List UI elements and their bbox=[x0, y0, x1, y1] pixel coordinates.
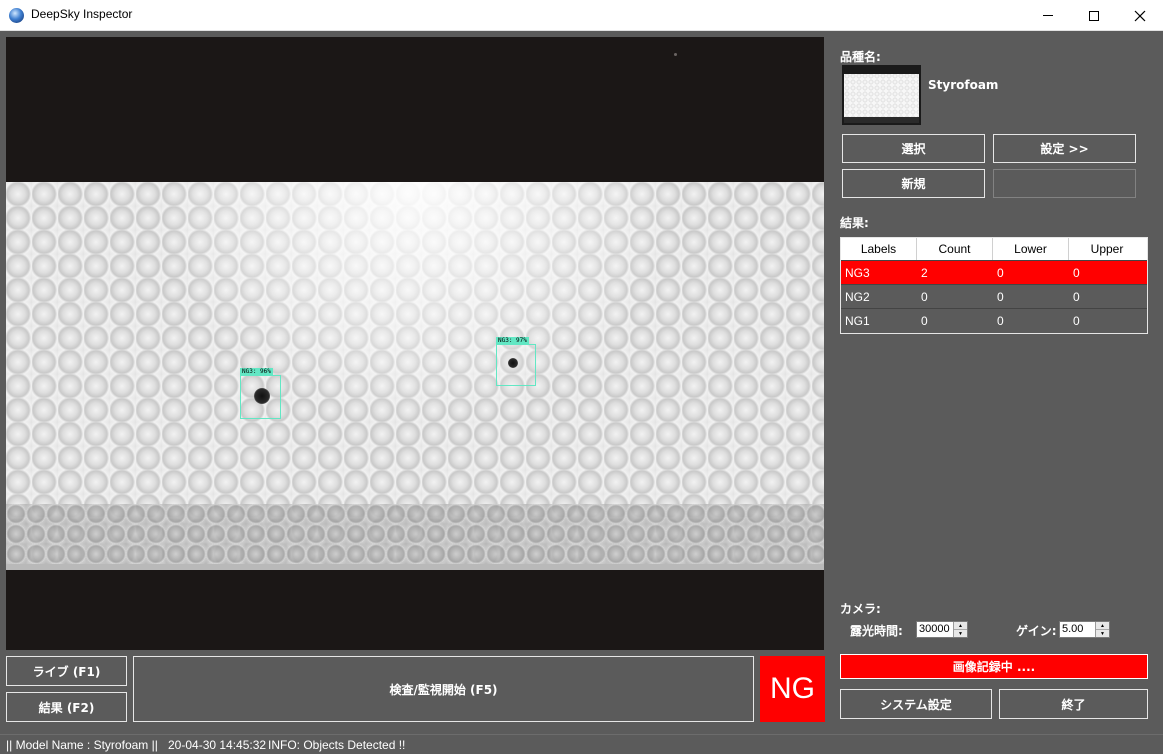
cell-upper: 0 bbox=[1073, 265, 1080, 280]
status-bar: || Model Name : Styrofoam || 20-04-30 14… bbox=[0, 734, 1163, 754]
new-button[interactable]: 新規 bbox=[842, 169, 985, 198]
maximize-button[interactable] bbox=[1071, 0, 1117, 31]
select-button[interactable]: 選択 bbox=[842, 134, 985, 163]
styrofoam-image: NG3: 96% NG3: 97% bbox=[6, 182, 824, 570]
result-button[interactable]: 結果 (F2) bbox=[6, 692, 127, 722]
cell-label: NG1 bbox=[845, 313, 870, 328]
product-thumbnail bbox=[842, 65, 921, 125]
cell-label: NG2 bbox=[845, 289, 870, 304]
spin-up-icon[interactable]: ▲ bbox=[1096, 622, 1109, 630]
minimize-button[interactable] bbox=[1025, 0, 1071, 31]
results-heading: 結果: bbox=[840, 216, 869, 230]
status-timestamp: 20-04-30 14:45:32 bbox=[168, 738, 267, 752]
title-bar: DeepSky Inspector bbox=[0, 0, 1163, 31]
disabled-button bbox=[993, 169, 1136, 198]
exposure-spin-buttons: ▲ ▼ bbox=[953, 622, 967, 637]
table-row[interactable]: NG2 0 0 0 bbox=[841, 284, 1147, 308]
gain-stepper[interactable]: 5.00 ▲ ▼ bbox=[1059, 621, 1110, 638]
spin-down-icon[interactable]: ▼ bbox=[954, 630, 967, 637]
minimize-icon bbox=[1043, 15, 1053, 16]
cell-lower: 0 bbox=[997, 265, 1004, 280]
system-settings-button[interactable]: システム設定 bbox=[840, 689, 992, 719]
start-inspection-button[interactable]: 検査/監視開始 (F5) bbox=[133, 656, 754, 722]
table-row[interactable]: NG3 2 0 0 bbox=[841, 260, 1147, 284]
close-icon bbox=[1134, 10, 1146, 21]
recording-status: 画像記録中 .... bbox=[840, 654, 1148, 679]
spin-up-icon[interactable]: ▲ bbox=[954, 622, 967, 630]
product-name: Styrofoam bbox=[928, 78, 999, 92]
live-button[interactable]: ライブ (F1) bbox=[6, 656, 127, 686]
column-header-count[interactable]: Count bbox=[917, 238, 993, 260]
exposure-value[interactable]: 30000 bbox=[917, 622, 953, 637]
cell-count: 0 bbox=[921, 289, 928, 304]
cell-label: NG3 bbox=[845, 265, 870, 280]
spin-down-icon[interactable]: ▼ bbox=[1096, 630, 1109, 637]
exit-button[interactable]: 終了 bbox=[999, 689, 1148, 719]
window-title: DeepSky Inspector bbox=[31, 7, 133, 21]
results-table: Labels Count Lower Upper NG3 2 0 0 NG2 0… bbox=[840, 237, 1148, 334]
exposure-stepper[interactable]: 30000 ▲ ▼ bbox=[916, 621, 968, 638]
table-header: Labels Count Lower Upper bbox=[841, 238, 1147, 260]
settings-button[interactable]: 設定 >> bbox=[993, 134, 1136, 163]
verdict-badge: NG bbox=[760, 656, 825, 722]
cell-count: 0 bbox=[921, 313, 928, 328]
product-heading: 品種名: bbox=[840, 50, 881, 64]
cell-lower: 0 bbox=[997, 289, 1004, 304]
gain-value[interactable]: 5.00 bbox=[1060, 622, 1095, 637]
maximize-icon bbox=[1089, 10, 1099, 21]
detection-label: NG3: 97% bbox=[496, 337, 529, 345]
cell-upper: 0 bbox=[1073, 313, 1080, 328]
column-header-lower[interactable]: Lower bbox=[993, 238, 1069, 260]
column-header-upper[interactable]: Upper bbox=[1069, 238, 1145, 260]
cell-upper: 0 bbox=[1073, 289, 1080, 304]
defect-spot bbox=[508, 358, 518, 368]
camera-view: NG3: 96% NG3: 97% bbox=[6, 37, 824, 650]
detection-label: NG3: 96% bbox=[240, 368, 273, 376]
status-model: || Model Name : Styrofoam || bbox=[6, 738, 158, 752]
camera-heading: カメラ: bbox=[840, 602, 881, 616]
gain-spin-buttons: ▲ ▼ bbox=[1095, 622, 1109, 637]
defect-spot bbox=[254, 388, 270, 404]
exposure-label: 露光時間: bbox=[850, 624, 903, 638]
close-button[interactable] bbox=[1117, 0, 1163, 31]
app-globe-icon bbox=[9, 8, 24, 23]
column-header-labels[interactable]: Labels bbox=[841, 238, 917, 260]
table-row[interactable]: NG1 0 0 0 bbox=[841, 308, 1147, 332]
gain-label: ゲイン: bbox=[1016, 624, 1057, 638]
background-speck bbox=[674, 53, 677, 56]
cell-lower: 0 bbox=[997, 313, 1004, 328]
cell-count: 2 bbox=[921, 265, 928, 280]
status-info: INFO: Objects Detected !! bbox=[268, 738, 406, 752]
